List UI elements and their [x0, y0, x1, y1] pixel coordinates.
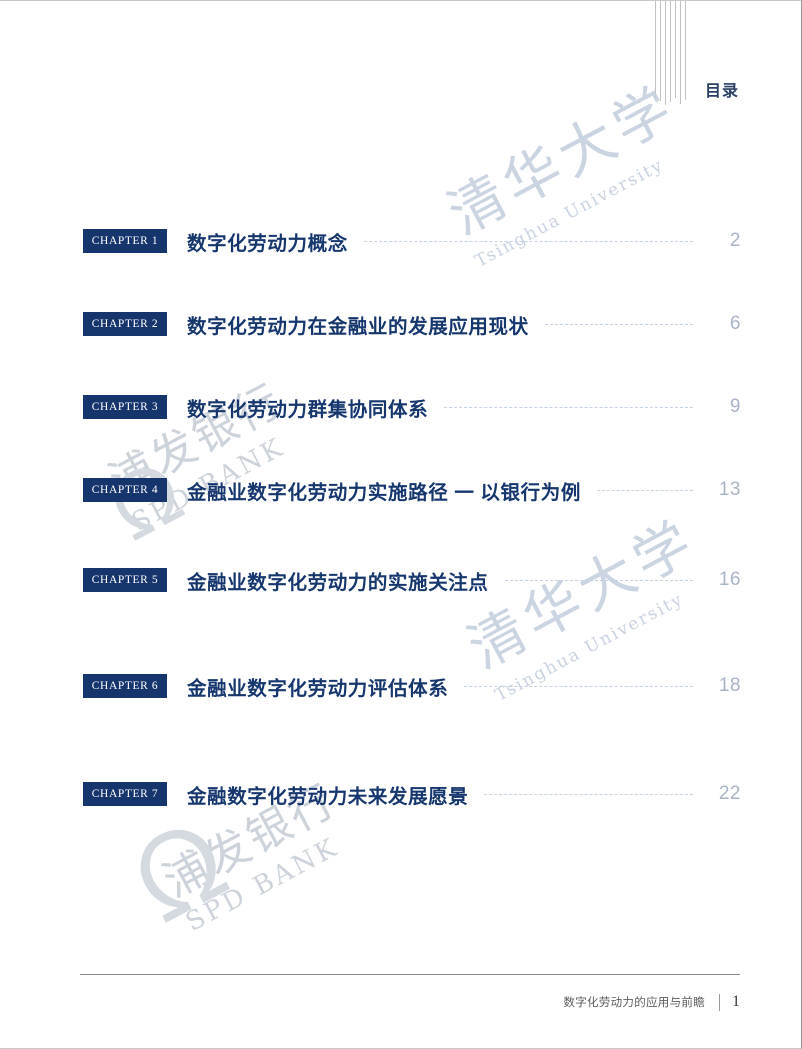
- chapter-title[interactable]: 数字化劳动力群集协同体系: [187, 393, 428, 422]
- chapter-badge: CHAPTER 4: [83, 478, 167, 502]
- header-stripe: [660, 1, 661, 101]
- toc-entry[interactable]: CHAPTER 2 数字化劳动力在金融业的发展应用现状 6: [83, 309, 741, 339]
- toc-page-number: 13: [718, 479, 741, 500]
- toc-entry[interactable]: CHAPTER 5 金融业数字化劳动力的实施关注点 16: [83, 565, 741, 595]
- toc-page-number: 6: [729, 313, 741, 334]
- footer-document-title: 数字化劳动力的应用与前瞻: [563, 997, 705, 1009]
- header-stripe: [680, 1, 681, 104]
- chapter-badge: CHAPTER 1: [83, 229, 167, 253]
- page-header: 目录: [655, 1, 765, 111]
- spd-bank-logo-icon: ᘯ: [113, 795, 248, 949]
- footer-page-number: 1: [732, 993, 740, 1010]
- toc-entry[interactable]: CHAPTER 3 数字化劳动力群集协同体系 9: [83, 392, 741, 422]
- header-stripe: [655, 1, 656, 97]
- chapter-title[interactable]: 数字化劳动力概念: [187, 227, 348, 256]
- toc-page-number: 9: [729, 396, 741, 417]
- chapter-title[interactable]: 金融数字化劳动力未来发展愿景: [187, 780, 468, 809]
- header-stripe: [675, 1, 676, 98]
- dot-leader: [464, 686, 693, 688]
- header-stripes-decoration: [655, 1, 693, 105]
- dot-leader: [444, 407, 693, 409]
- chapter-badge: CHAPTER 3: [83, 395, 167, 419]
- chapter-title[interactable]: 数字化劳动力在金融业的发展应用现状: [187, 310, 529, 339]
- chapter-title[interactable]: 金融业数字化劳动力的实施关注点: [187, 566, 489, 595]
- dot-leader: [596, 490, 693, 492]
- tsinghua-watermark-cn: 清华大学: [438, 74, 688, 248]
- toc-entry[interactable]: CHAPTER 7 金融数字化劳动力未来发展愿景 22: [83, 779, 741, 809]
- footer-separator: [719, 993, 720, 1011]
- chapter-badge: CHAPTER 5: [83, 568, 167, 592]
- page-title: 目录: [705, 83, 740, 100]
- dot-leader: [544, 324, 693, 326]
- header-stripe: [670, 1, 671, 102]
- toc-page-number: 2: [729, 230, 741, 251]
- toc-entry[interactable]: CHAPTER 6 金融业数字化劳动力评估体系 18: [83, 671, 741, 701]
- chapter-badge: CHAPTER 2: [83, 312, 167, 336]
- header-stripe: [685, 1, 686, 100]
- footer-divider: [80, 974, 740, 975]
- toc-entry[interactable]: CHAPTER 4 金融业数字化劳动力实施路径 一 以银行为例 13: [83, 475, 741, 505]
- toc-page-number: 22: [718, 783, 741, 804]
- chapter-badge: CHAPTER 7: [83, 782, 167, 806]
- chapter-badge: CHAPTER 6: [83, 674, 167, 698]
- header-stripe: [665, 1, 666, 105]
- dot-leader: [504, 580, 693, 582]
- chapter-title[interactable]: 金融业数字化劳动力评估体系: [187, 672, 448, 701]
- document-page: 目录 清华大学 Tsinghua University 清华大学 Tsinghu…: [0, 0, 802, 1049]
- chapter-title[interactable]: 金融业数字化劳动力实施路径 一 以银行为例: [187, 476, 581, 505]
- page-footer: 数字化劳动力的应用与前瞻 1: [80, 987, 742, 1017]
- toc-entry[interactable]: CHAPTER 1 数字化劳动力概念 2: [83, 226, 741, 256]
- dot-leader: [484, 794, 693, 796]
- toc-page-number: 18: [718, 675, 741, 696]
- dot-leader: [363, 241, 693, 243]
- toc-page-number: 16: [718, 569, 741, 590]
